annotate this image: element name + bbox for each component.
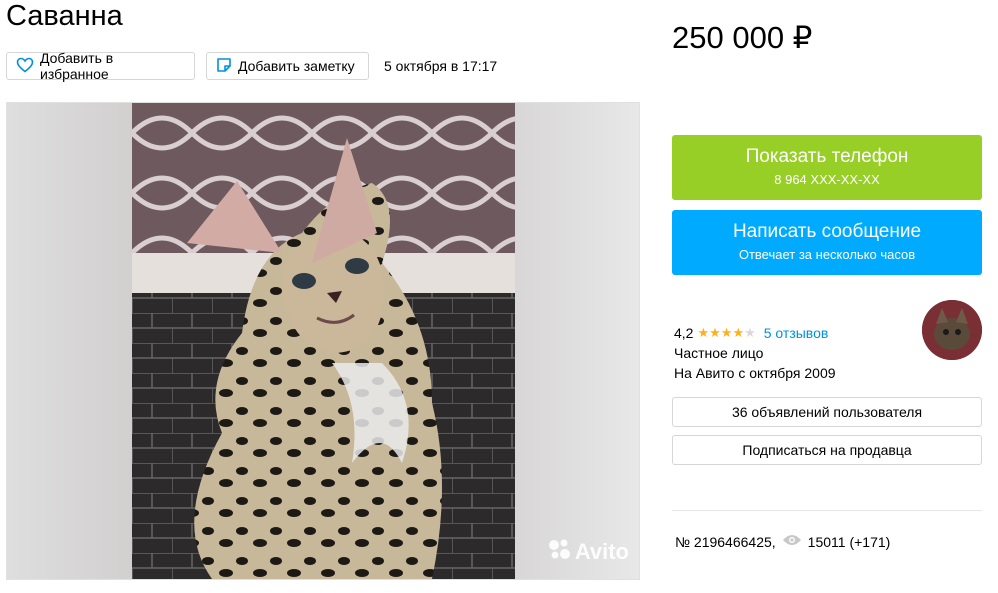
seller-type: Частное лицо [674,345,764,361]
views-count: 15011 (+171) [807,533,891,550]
add-to-favorites-label: Добавить в избранное [40,50,114,82]
response-time: Отвечает за несколько часов [738,247,916,262]
star-icon: ★ [709,325,721,340]
seller-rating: 4,2 ★★★★★ 5 отзывов [674,323,836,343]
heart-icon [16,57,34,76]
add-note-label: Добавить заметку [238,58,355,74]
listing-date: 5 октября в 17:17 [384,58,498,74]
kitten-photo [132,103,515,579]
listing-photo[interactable]: Avito [6,102,640,580]
write-message-label: Написать сообщение [732,221,922,242]
add-to-favorites-button[interactable]: Добавить в избранное [6,50,195,82]
note-icon [216,57,232,76]
photo-blur-right [514,103,639,579]
write-message-button[interactable]: Написать сообщение Отвечает за несколько… [672,210,982,275]
listing-title: Саванна [6,0,123,32]
star-icon: ★ [732,325,745,340]
user-ads-button[interactable]: 36 объявлений пользователя [672,397,982,427]
phone-number-masked: 8 964 XXX-XX-XX [774,172,880,187]
watermark-text: Avito [574,539,629,564]
photo-blur-left [7,103,132,579]
avito-logo-icon [547,537,571,567]
rating-value: 4,2 [674,325,694,341]
seller-info: 4,2 ★★★★★ 5 отзывов Частное лицо На Авит… [674,323,836,383]
reviews-link[interactable]: 5 отзывов [764,323,829,343]
listing-number: № 2196466425, [675,533,776,550]
rating-stars: ★★★★★ [697,323,755,343]
show-phone-label: Показать телефон [745,146,909,167]
seller-avatar[interactable] [922,300,982,360]
star-icon: ★ [720,325,733,340]
listing-meta: № 2196466425, 15011 (+171) [675,533,890,550]
star-icon: ★ [697,325,710,340]
show-phone-button[interactable]: Показать телефон 8 964 XXX-XX-XX [672,135,982,200]
add-note-button[interactable]: Добавить заметку [206,52,369,80]
eye-icon [782,533,802,550]
price: 250 000 ₽ [672,20,813,55]
avito-watermark: Avito [547,537,629,567]
star-empty-icon: ★ [744,325,756,340]
divider [672,510,982,511]
subscribe-seller-button[interactable]: Подписаться на продавца [672,435,982,465]
seller-since: На Авито с октября 2009 [674,365,836,381]
